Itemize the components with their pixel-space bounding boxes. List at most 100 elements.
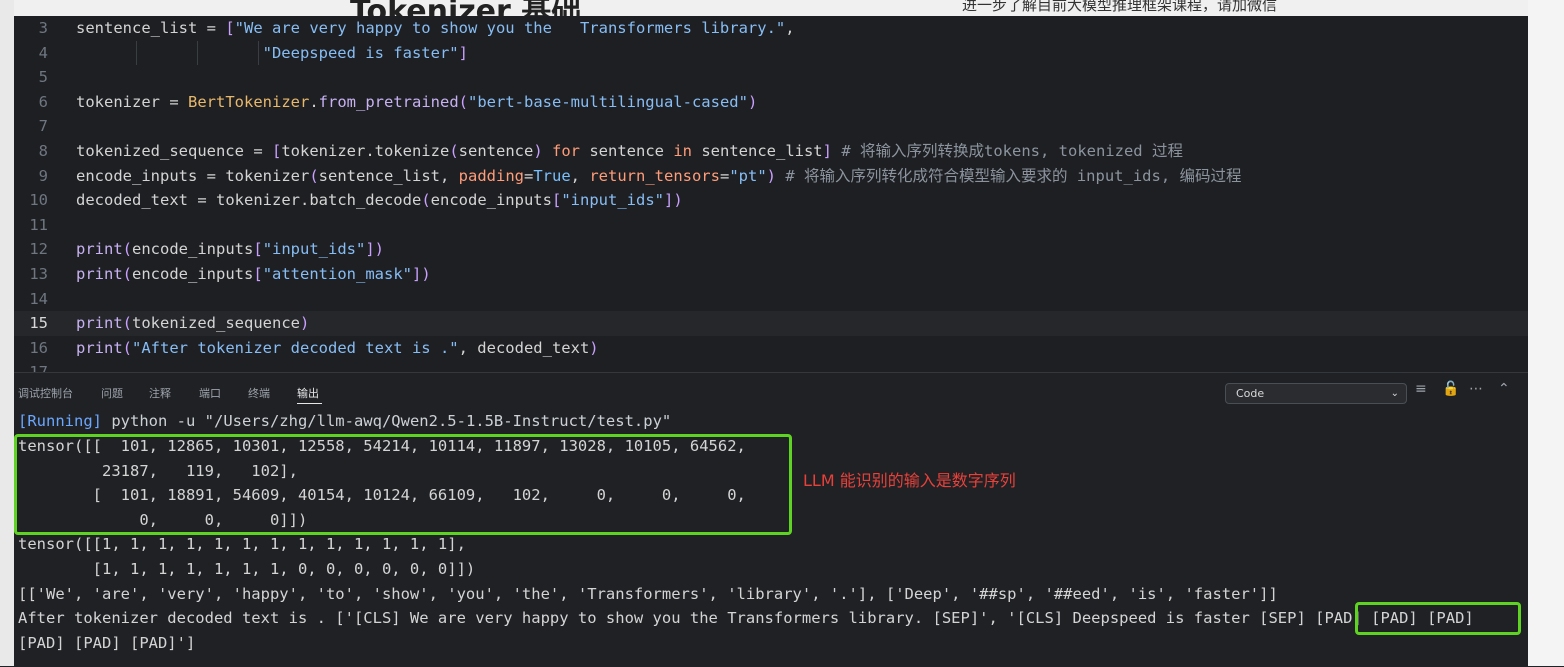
code-text: print(encode_inputs["input_ids"]) xyxy=(76,237,384,262)
line-number: 7 xyxy=(38,117,48,136)
code-line[interactable]: 10 decoded_text = tokenizer.batch_decode(… xyxy=(14,188,1528,213)
code-token: = xyxy=(169,92,188,111)
code-token: ]) xyxy=(412,265,431,283)
tab-output[interactable]: 输出 xyxy=(297,385,319,401)
more-icon[interactable]: ⋯ xyxy=(1469,381,1483,397)
line-number: 13 xyxy=(29,265,48,283)
code-token: tokenizer xyxy=(225,166,310,185)
code-token: ( xyxy=(421,191,431,210)
annotation-text: LLM 能识别的输入是数字序列 xyxy=(803,471,1016,490)
code-token: ]) xyxy=(365,240,385,259)
background-right-edge xyxy=(1528,0,1564,666)
code-token: sentence_list, xyxy=(318,166,459,185)
code-token: print xyxy=(76,265,123,283)
code-line[interactable]: 15 print(tokenized_sequence) xyxy=(14,311,1528,336)
line-number: 17 xyxy=(14,360,48,372)
chevron-up-icon[interactable]: ⌃ xyxy=(1498,381,1510,397)
code-line[interactable]: 11 xyxy=(14,213,1528,238)
code-token: tokenizer.batch_decode xyxy=(216,191,422,210)
code-token: "input_ids" xyxy=(561,191,664,210)
lock-icon[interactable]: 🔓 xyxy=(1442,381,1459,397)
code-token: . xyxy=(309,92,319,111)
code-line[interactable]: 9 encode_inputs = tokenizer(sentence_list… xyxy=(14,164,1528,189)
code-token: tokenizer.tokenize xyxy=(281,142,450,160)
code-text: sentence_list = ["We are very happy to s… xyxy=(76,16,795,41)
code-token: "We are very happy to show you the Trans… xyxy=(234,19,786,37)
code-token: = xyxy=(719,166,730,185)
code-text: "Deepspeed is faster"] xyxy=(76,41,468,66)
code-token: tokenized_sequence xyxy=(76,142,254,160)
output-line: [PAD] [PAD] [PAD]'] xyxy=(18,633,196,652)
background-right-text: 进一步了解目前大模型推理框架课程，请加微信 xyxy=(962,0,1278,14)
line-number: 3 xyxy=(38,19,48,37)
code-token: = xyxy=(206,166,226,185)
line-number: 14 xyxy=(29,289,48,308)
code-token: ( xyxy=(449,142,459,160)
code-text: decoded_text = tokenizer.batch_decode(en… xyxy=(76,188,683,213)
code-line[interactable]: 16 print("After tokenizer decoded text is… xyxy=(14,336,1528,361)
code-token: sentence_list xyxy=(76,19,207,37)
code-token: ( xyxy=(122,338,133,357)
code-token: decoded_text xyxy=(76,191,198,210)
output-line: [1, 1, 1, 1, 1, 1, 1, 0, 0, 0, 0, 0, 0]]… xyxy=(18,560,476,578)
code-token: encode_inputs xyxy=(430,191,552,210)
code-token: [ xyxy=(225,19,235,37)
code-token: encode_inputs xyxy=(76,166,207,185)
code-token: # 将输入序列转化成符合模型输入要求的 input_ids, 编码过程 xyxy=(776,166,1242,185)
code-token: "After tokenizer decoded text is ." xyxy=(132,338,459,357)
code-token: in xyxy=(673,142,702,160)
code-line[interactable]: 17 xyxy=(14,360,1528,372)
background-left-edge xyxy=(0,0,14,666)
code-token: padding xyxy=(458,166,524,185)
code-token: ) xyxy=(766,166,776,185)
code-line[interactable]: 6 tokenizer = BertTokenizer.from_pretrain… xyxy=(14,90,1528,115)
code-token: ) xyxy=(747,92,758,111)
code-token: = xyxy=(206,19,226,37)
code-token: tokenizer xyxy=(76,92,170,111)
code-token: "input_ids" xyxy=(262,240,366,259)
line-number: 15 xyxy=(29,314,48,333)
line-number: 6 xyxy=(38,92,48,111)
line-number: 10 xyxy=(29,191,48,210)
code-token: ( xyxy=(122,314,133,333)
code-token: ) xyxy=(589,338,599,357)
code-text: print(encode_inputs["attention_mask"]) xyxy=(76,262,431,287)
code-line[interactable]: 7 xyxy=(14,114,1528,139)
active-tab-indicator xyxy=(297,403,322,404)
code-token: ) xyxy=(300,314,310,333)
tab-problems[interactable]: 问题 xyxy=(101,385,123,401)
code-token: # 将输入序列转换成tokens, tokenized 过程 xyxy=(832,142,1183,160)
output-panel: 调试控制台 问题 注释 端口 终端 输出 Code ⌄ ≡ 🔓 ⋯ ⌃ [Run… xyxy=(14,372,1528,667)
code-text: print(tokenized_sequence) xyxy=(76,311,309,336)
code-token: [ xyxy=(271,142,282,160)
line-number: 12 xyxy=(29,240,48,259)
code-token: sentence xyxy=(458,142,534,160)
tab-ports[interactable]: 端口 xyxy=(199,385,221,401)
code-line[interactable]: 3 sentence_list = ["We are very happy to … xyxy=(14,16,1528,41)
background-page xyxy=(0,0,1564,16)
code-line[interactable]: 13 print(encode_inputs["attention_mask"]) xyxy=(14,262,1528,287)
code-line[interactable]: 14 xyxy=(14,287,1528,312)
code-token: tokenized_sequence xyxy=(132,314,300,333)
code-line[interactable]: 4 "Deepspeed is faster"] xyxy=(14,40,1528,66)
code-line[interactable]: 8 tokenized_sequence = [tokenizer.tokeniz… xyxy=(14,139,1528,164)
tab-debug-console[interactable]: 调试控制台 xyxy=(18,385,73,401)
running-label: [Running] xyxy=(18,412,102,430)
code-token: = xyxy=(523,166,534,185)
output-channel-select[interactable]: Code ⌄ xyxy=(1225,383,1407,404)
code-token: from_pretrained xyxy=(318,92,459,111)
code-token: True xyxy=(533,166,571,185)
chevron-down-icon: ⌄ xyxy=(1390,388,1399,399)
code-token: sentence_list xyxy=(701,142,823,160)
code-token: , xyxy=(570,166,590,185)
code-line[interactable]: 5 xyxy=(14,65,1528,90)
code-line[interactable]: 12 print(encode_inputs["input_ids"]) xyxy=(14,237,1528,262)
tab-comments[interactable]: 注释 xyxy=(149,385,171,401)
tab-terminal[interactable]: 终端 xyxy=(248,385,270,401)
code-text: tokenized_sequence = [tokenizer.tokenize… xyxy=(76,139,1183,164)
code-token: encode_inputs xyxy=(132,240,254,259)
code-editor[interactable]: 3 sentence_list = ["We are very happy to … xyxy=(14,16,1528,372)
code-token: "pt" xyxy=(729,166,767,185)
list-filter-icon[interactable]: ≡ xyxy=(1415,381,1427,397)
output-line: After tokenizer decoded text is . ['[CLS… xyxy=(18,609,1474,628)
